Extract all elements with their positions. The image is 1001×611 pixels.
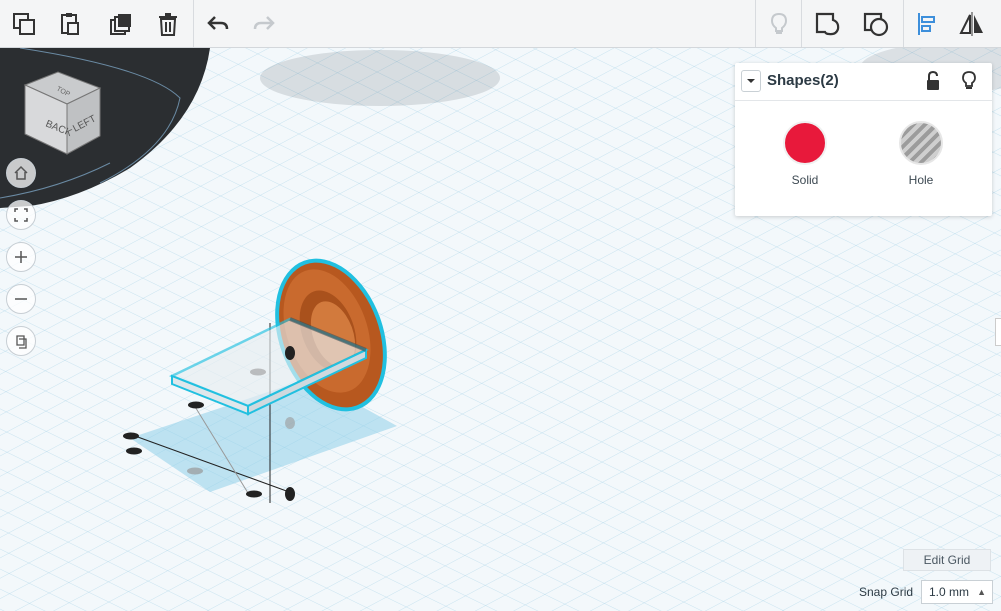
fit-view-icon[interactable] bbox=[6, 200, 36, 230]
delete-icon[interactable] bbox=[146, 0, 190, 47]
snap-grid-label: Snap Grid bbox=[859, 585, 914, 599]
zoom-in-icon[interactable] bbox=[6, 242, 36, 272]
mirror-icon[interactable] bbox=[950, 0, 994, 47]
panel-title: Shapes(2) bbox=[767, 72, 839, 89]
copy-icon[interactable] bbox=[2, 0, 46, 47]
panel-header: Shapes(2) bbox=[735, 63, 992, 101]
shape-inspector-panel: Shapes(2) Solid Hole bbox=[735, 63, 992, 216]
snap-grid-value: 1.0 mm bbox=[929, 585, 970, 599]
toolbar-divider bbox=[755, 0, 756, 47]
align-icon[interactable] bbox=[904, 0, 948, 47]
toolbar-divider bbox=[801, 0, 802, 47]
zoom-out-icon[interactable] bbox=[6, 284, 36, 314]
home-icon[interactable] bbox=[6, 158, 36, 188]
perspective-icon[interactable] bbox=[6, 326, 36, 356]
unlock-icon[interactable] bbox=[925, 70, 941, 96]
edit-grid-button[interactable]: Edit Grid bbox=[903, 549, 991, 571]
light-bulb-icon[interactable] bbox=[961, 70, 977, 97]
toolbar-divider bbox=[193, 0, 194, 47]
hole-swatch[interactable] bbox=[899, 121, 943, 165]
duplicate-icon[interactable] bbox=[99, 0, 143, 47]
redo-icon[interactable] bbox=[242, 0, 286, 47]
collapse-caret-icon[interactable] bbox=[741, 70, 761, 92]
group-icon[interactable] bbox=[806, 0, 850, 47]
solid-color-swatch[interactable] bbox=[783, 121, 827, 165]
panel-toggle-handle[interactable] bbox=[995, 318, 1001, 346]
chevron-up-icon: ▲ bbox=[977, 587, 986, 597]
ungroup-icon[interactable] bbox=[854, 0, 898, 47]
undo-icon[interactable] bbox=[196, 0, 240, 47]
main-toolbar bbox=[0, 0, 1001, 48]
light-bulb-icon[interactable] bbox=[757, 0, 801, 47]
snap-grid-select[interactable]: 1.0 mm ▲ bbox=[921, 580, 993, 604]
paste-icon[interactable] bbox=[48, 0, 92, 47]
solid-label: Solid bbox=[791, 173, 819, 187]
hole-label: Hole bbox=[908, 173, 934, 187]
